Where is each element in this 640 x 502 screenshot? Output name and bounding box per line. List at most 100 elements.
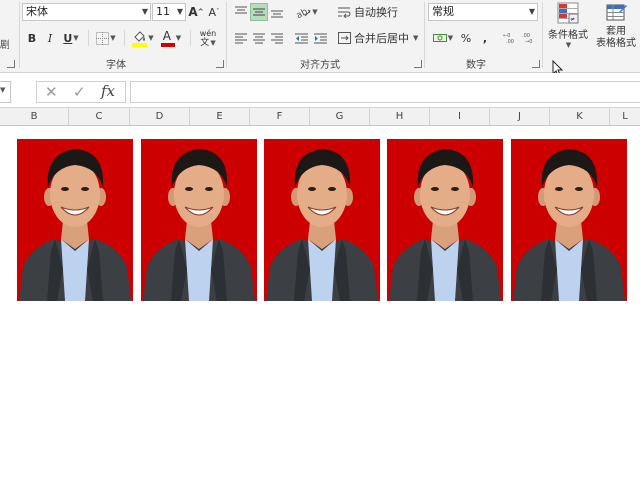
align-center-button[interactable] bbox=[250, 29, 268, 47]
font-color-button[interactable]: A ▼ bbox=[158, 28, 184, 48]
chevron-down-icon: ▼ bbox=[528, 7, 535, 16]
svg-text:→0: →0 bbox=[525, 39, 532, 44]
column-header-G[interactable]: G bbox=[310, 108, 370, 125]
chevron-down-icon: ▼ bbox=[565, 41, 572, 49]
orientation-button[interactable]: ab ▼ bbox=[294, 3, 320, 21]
align-top-button[interactable] bbox=[232, 3, 250, 21]
id-photo-4[interactable] bbox=[387, 139, 503, 301]
cancel-icon[interactable]: ✕ bbox=[45, 83, 58, 101]
format-as-table-label-1: 套用 bbox=[606, 26, 626, 37]
left-group-launcher[interactable] bbox=[7, 60, 15, 68]
chevron-down-icon: ▼ bbox=[141, 7, 148, 16]
column-header-E[interactable]: E bbox=[190, 108, 250, 125]
percent-button[interactable]: % bbox=[458, 29, 474, 47]
ribbon: 剧 宋体 ▼ 11 ▼ A ^ Aˇ B I U ▼ ▼ ▼ A ▼ wén 文▼ … bbox=[0, 0, 640, 78]
separator bbox=[424, 2, 425, 68]
column-header-I[interactable]: I bbox=[430, 108, 490, 125]
increase-decimal-button[interactable]: ←0.00 bbox=[502, 29, 520, 47]
insert-function-icon[interactable]: fx bbox=[101, 82, 115, 100]
formula-input[interactable] bbox=[130, 81, 640, 103]
column-header-B[interactable]: B bbox=[0, 108, 69, 125]
align-bottom-icon bbox=[271, 10, 283, 18]
merge-center-button[interactable]: 合并后居中 ▼ bbox=[338, 29, 422, 47]
align-middle-button[interactable] bbox=[250, 3, 268, 21]
number-group-launcher[interactable] bbox=[532, 60, 540, 68]
alignment-group-launcher[interactable] bbox=[414, 60, 422, 68]
column-header-C[interactable]: C bbox=[69, 108, 130, 125]
svg-text:≠: ≠ bbox=[570, 16, 575, 23]
id-photo-1[interactable] bbox=[17, 139, 133, 301]
align-bottom-button[interactable] bbox=[268, 3, 286, 21]
font-group-label: 字体 bbox=[106, 60, 126, 71]
increase-indent-button[interactable] bbox=[311, 29, 329, 47]
separator bbox=[190, 30, 191, 46]
font-group-launcher[interactable] bbox=[216, 60, 224, 68]
comma-style-button[interactable]: , bbox=[478, 29, 492, 47]
chevron-down-icon: ▼ bbox=[73, 34, 79, 42]
chevron-down-icon: ▼ bbox=[447, 34, 454, 42]
chevron-down-icon: ▼ bbox=[413, 34, 419, 42]
format-as-table-icon bbox=[606, 4, 627, 21]
bold-button[interactable]: B bbox=[24, 29, 40, 47]
decrease-decimal-button[interactable]: .00 →0 bbox=[521, 29, 539, 47]
chevron-down-icon: ▼ bbox=[312, 8, 318, 16]
cut-group-label: 剧 bbox=[0, 40, 9, 51]
id-photo-2[interactable] bbox=[141, 139, 257, 301]
phonetic-button[interactable]: wén 文▼ bbox=[195, 27, 221, 49]
caret-up-icon: ^ bbox=[197, 8, 204, 16]
svg-text:.00: .00 bbox=[506, 39, 514, 44]
phonetic-icon: 文▼ bbox=[200, 37, 216, 48]
id-photo-5[interactable] bbox=[511, 139, 627, 301]
separator bbox=[88, 30, 89, 46]
merge-cells-icon bbox=[338, 32, 351, 44]
column-header-F[interactable]: F bbox=[250, 108, 310, 125]
id-photo-3[interactable] bbox=[264, 139, 380, 301]
font-name-combo[interactable]: 宋体 ▼ bbox=[22, 3, 151, 21]
format-as-table-label-2: 表格格式 bbox=[596, 38, 636, 49]
decrease-font-label: A bbox=[208, 5, 217, 19]
align-middle-icon bbox=[253, 8, 265, 16]
decrease-font-button[interactable]: Aˇ bbox=[206, 3, 222, 21]
wrap-text-label: 自动换行 bbox=[354, 6, 398, 19]
column-header-J[interactable]: J bbox=[490, 108, 550, 125]
currency-icon bbox=[432, 34, 447, 42]
formula-bar: ▼ ✕ ✓ fx bbox=[0, 73, 640, 108]
chevron-down-icon: ▼ bbox=[110, 34, 116, 42]
increase-font-label: A bbox=[188, 5, 198, 19]
formula-buttons: ✕ ✓ fx bbox=[36, 81, 126, 103]
chevron-down-icon: ▼ bbox=[148, 34, 154, 42]
column-header-K[interactable]: K bbox=[550, 108, 610, 125]
decrease-indent-icon bbox=[294, 33, 308, 43]
separator bbox=[542, 2, 543, 68]
decrease-decimal-icon: .00→0 bbox=[522, 33, 532, 44]
chevron-down-icon: ▼ bbox=[175, 34, 182, 42]
font-name-value: 宋体 bbox=[26, 5, 48, 18]
column-header-L[interactable]: L bbox=[610, 108, 640, 125]
font-size-combo[interactable]: 11 ▼ bbox=[152, 3, 186, 21]
borders-button[interactable]: ▼ bbox=[94, 29, 118, 47]
underline-label: U bbox=[63, 31, 73, 45]
enter-icon[interactable]: ✓ bbox=[73, 83, 86, 101]
column-header-D[interactable]: D bbox=[130, 108, 190, 125]
underline-button[interactable]: U ▼ bbox=[60, 29, 82, 47]
align-center-icon bbox=[253, 33, 265, 43]
conditional-format-button[interactable]: ≠ 条件格式 ▼ bbox=[545, 2, 591, 52]
decrease-indent-button[interactable] bbox=[292, 29, 310, 47]
italic-button[interactable]: I bbox=[43, 29, 57, 47]
increase-indent-icon bbox=[313, 33, 327, 43]
number-format-combo[interactable]: 常规 ▼ bbox=[428, 3, 538, 21]
fill-color-button[interactable]: ▼ bbox=[130, 28, 156, 48]
wrap-text-icon bbox=[338, 7, 351, 18]
align-right-button[interactable] bbox=[268, 29, 286, 47]
accounting-format-button[interactable]: ▼ bbox=[430, 29, 456, 47]
column-header-H[interactable]: H bbox=[370, 108, 430, 125]
align-top-icon bbox=[235, 6, 247, 14]
increase-font-button[interactable]: A ^ bbox=[188, 3, 204, 21]
format-as-table-button[interactable]: 套用 表格格式 bbox=[592, 2, 640, 54]
align-left-button[interactable] bbox=[232, 29, 250, 47]
align-left-icon bbox=[235, 33, 247, 43]
paint-bucket-icon bbox=[132, 30, 148, 47]
wrap-text-button[interactable]: 自动换行 bbox=[338, 3, 402, 21]
font-color-swatch bbox=[160, 43, 175, 47]
name-box[interactable]: ▼ bbox=[0, 81, 11, 103]
